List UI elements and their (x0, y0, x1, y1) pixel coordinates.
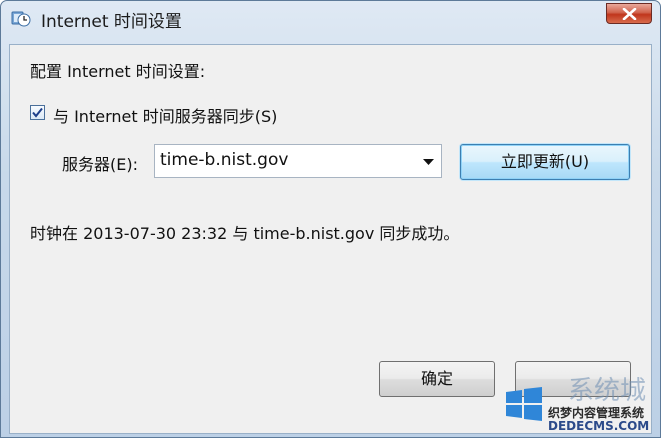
close-icon (622, 8, 637, 20)
dialog-heading: 配置 Internet 时间设置: (30, 62, 206, 81)
sync-checkbox-label[interactable]: 与 Internet 时间服务器同步(S) (53, 103, 277, 127)
ok-button[interactable]: 确定 (379, 361, 495, 397)
checkmark-icon (32, 107, 43, 118)
watermark-brand: 系统城 (568, 376, 647, 406)
update-now-button[interactable]: 立即更新(U) (460, 144, 630, 180)
clock-globe-icon (11, 8, 31, 28)
watermark: 系统城 织梦内容管理系统 DEDECMS.COM (498, 374, 658, 434)
server-value[interactable]: time-b.nist.gov (160, 150, 288, 170)
title-bar[interactable]: Internet 时间设置 (1, 1, 660, 35)
dialog-window: Internet 时间设置 配置 Internet 时间设置: 与 Intern… (0, 0, 661, 438)
sync-checkbox[interactable] (30, 105, 45, 120)
close-button[interactable] (606, 3, 652, 24)
windows-logo-icon (506, 387, 542, 421)
server-combobox[interactable]: time-b.nist.gov (154, 144, 442, 178)
server-label: 服务器(E): (62, 155, 138, 174)
dropdown-arrow-icon[interactable] (423, 159, 434, 165)
sync-status-text: 时钟在 2013-07-30 23:32 与 time-b.nist.gov 同… (30, 224, 460, 243)
window-title: Internet 时间设置 (41, 12, 182, 32)
watermark-url: DEDECMS.COM (548, 419, 650, 433)
